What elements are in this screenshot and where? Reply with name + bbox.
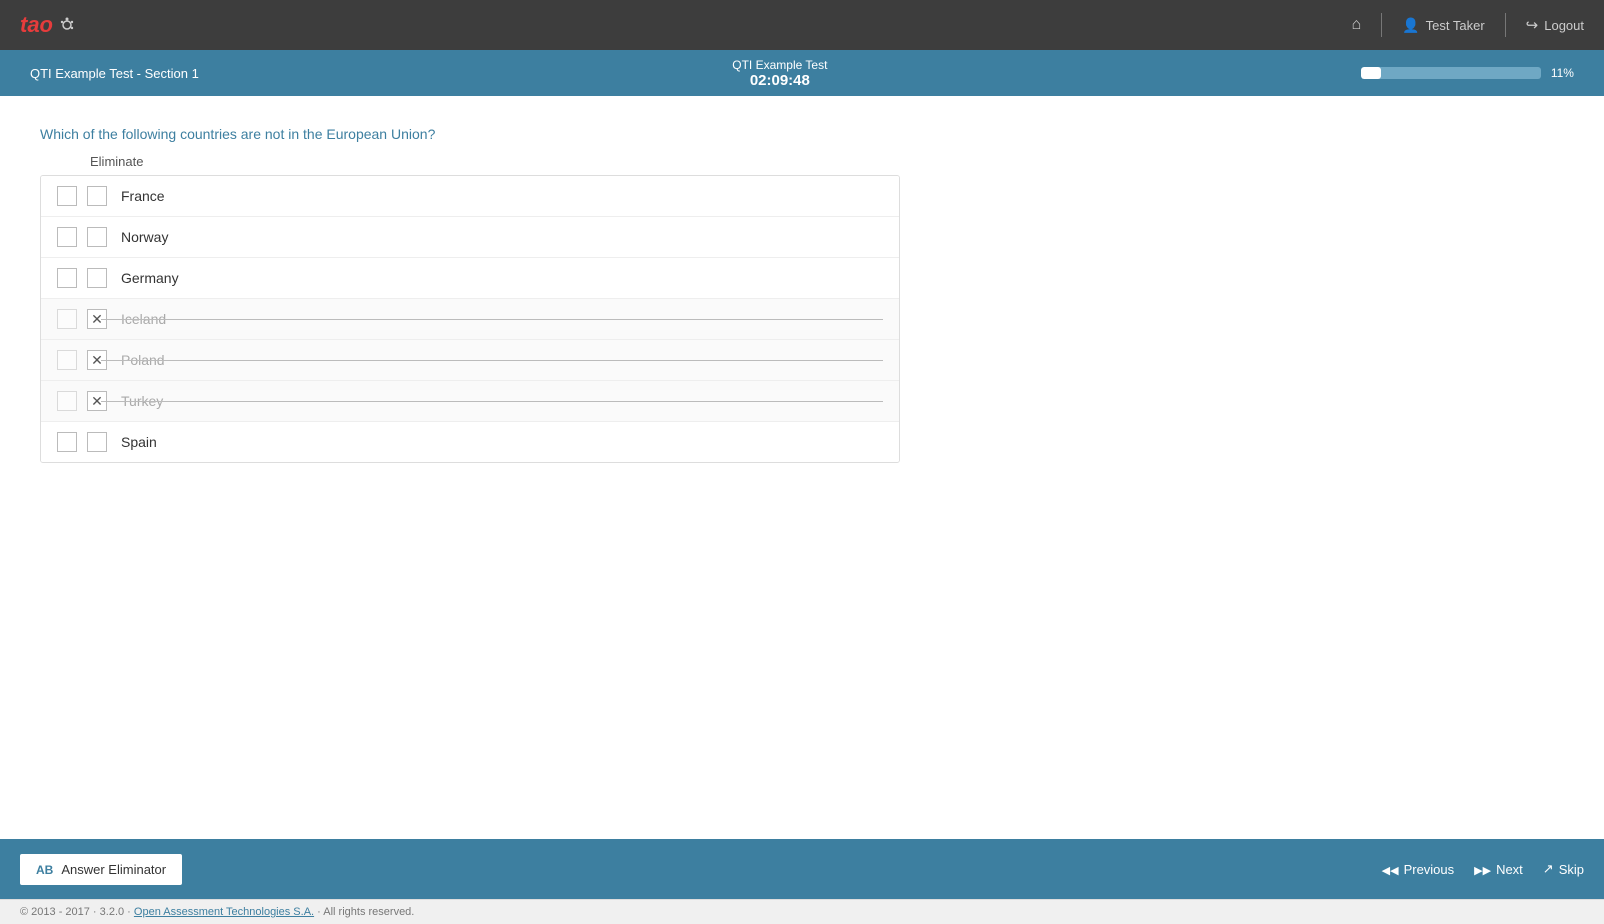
option-row-spain: Spain	[41, 422, 899, 462]
top-navigation: tao Test Taker Logout	[0, 0, 1604, 50]
option-label-france: France	[121, 188, 165, 204]
option-row-turkey: ✕ Turkey	[41, 381, 899, 422]
progress-bar-background	[1361, 67, 1541, 79]
bottom-bar: Answer Eliminator Previous Next Skip	[0, 839, 1604, 899]
nav-divider-2	[1505, 13, 1506, 37]
eliminate-checkbox-poland[interactable]: ✕	[87, 350, 107, 370]
logo-icon	[57, 15, 77, 35]
center-test-info: QTI Example Test 02:09:48	[732, 58, 827, 89]
eliminate-checkbox-turkey[interactable]: ✕	[87, 391, 107, 411]
home-icon	[1352, 16, 1362, 34]
option-label-poland: Poland	[121, 352, 165, 368]
skip-icon	[1543, 861, 1554, 877]
options-container: France Norway Germany ✕ Iceland ✕ Poland	[40, 175, 900, 463]
skip-label: Skip	[1559, 862, 1584, 877]
logo-text: tao	[20, 12, 53, 38]
logout-icon	[1526, 16, 1539, 34]
option-label-norway: Norway	[121, 229, 168, 245]
footer-rights: · All rights reserved.	[317, 906, 414, 918]
next-button[interactable]: Next	[1474, 862, 1523, 877]
next-icon	[1474, 862, 1491, 877]
select-checkbox-norway[interactable]	[57, 227, 77, 247]
progress-bar-fill	[1361, 67, 1381, 79]
select-checkbox-germany[interactable]	[57, 268, 77, 288]
home-button[interactable]	[1352, 16, 1362, 34]
eliminate-checkbox-spain[interactable]	[87, 432, 107, 452]
next-label: Next	[1496, 862, 1523, 877]
answer-eliminator-label: Answer Eliminator	[61, 862, 166, 877]
option-label-turkey: Turkey	[121, 393, 163, 409]
eliminate-checkbox-germany[interactable]	[87, 268, 107, 288]
progress-container: 11%	[1361, 66, 1574, 80]
select-checkbox-france[interactable]	[57, 186, 77, 206]
option-row-germany: Germany	[41, 258, 899, 299]
ab-icon	[36, 862, 53, 877]
option-row-france: France	[41, 176, 899, 217]
nav-right: Test Taker Logout	[1352, 13, 1584, 37]
logo: tao	[20, 12, 77, 38]
answer-eliminator-button[interactable]: Answer Eliminator	[20, 854, 182, 885]
test-name: QTI Example Test	[732, 58, 827, 72]
select-checkbox-iceland[interactable]	[57, 309, 77, 329]
user-icon	[1402, 17, 1419, 34]
footer: © 2013 - 2017 · 3.2.0 · Open Assessment …	[0, 899, 1604, 924]
select-checkbox-spain[interactable]	[57, 432, 77, 452]
select-checkbox-poland[interactable]	[57, 350, 77, 370]
nav-divider-1	[1381, 13, 1382, 37]
option-label-iceland: Iceland	[121, 311, 166, 327]
eliminate-checkbox-norway[interactable]	[87, 227, 107, 247]
previous-icon	[1382, 862, 1399, 877]
option-row-norway: Norway	[41, 217, 899, 258]
main-content: Which of the following countries are not…	[0, 96, 1604, 839]
question-text: Which of the following countries are not…	[40, 126, 1564, 142]
option-row-iceland: ✕ Iceland	[41, 299, 899, 340]
skip-button[interactable]: Skip	[1543, 861, 1584, 877]
option-label-germany: Germany	[121, 270, 179, 286]
test-timer: 02:09:48	[732, 72, 827, 89]
test-taker-button[interactable]: Test Taker	[1402, 17, 1484, 34]
select-checkbox-turkey[interactable]	[57, 391, 77, 411]
option-label-spain: Spain	[121, 434, 157, 450]
footer-copyright: © 2013 - 2017 · 3.2.0 ·	[20, 906, 131, 918]
eliminate-checkbox-iceland[interactable]: ✕	[87, 309, 107, 329]
logout-label: Logout	[1544, 18, 1584, 33]
footer-link[interactable]: Open Assessment Technologies S.A.	[134, 906, 314, 918]
option-row-poland: ✕ Poland	[41, 340, 899, 381]
test-taker-label: Test Taker	[1426, 18, 1485, 33]
progress-percentage: 11%	[1551, 66, 1574, 80]
progress-bar-section: QTI Example Test - Section 1 QTI Example…	[0, 50, 1604, 96]
navigation-buttons: Previous Next Skip	[1382, 861, 1584, 877]
logout-button[interactable]: Logout	[1526, 16, 1584, 34]
eliminate-label: Eliminate	[90, 154, 1564, 169]
previous-button[interactable]: Previous	[1382, 862, 1455, 877]
section-title: QTI Example Test - Section 1	[30, 66, 199, 81]
eliminate-checkbox-france[interactable]	[87, 186, 107, 206]
previous-label: Previous	[1404, 862, 1455, 877]
